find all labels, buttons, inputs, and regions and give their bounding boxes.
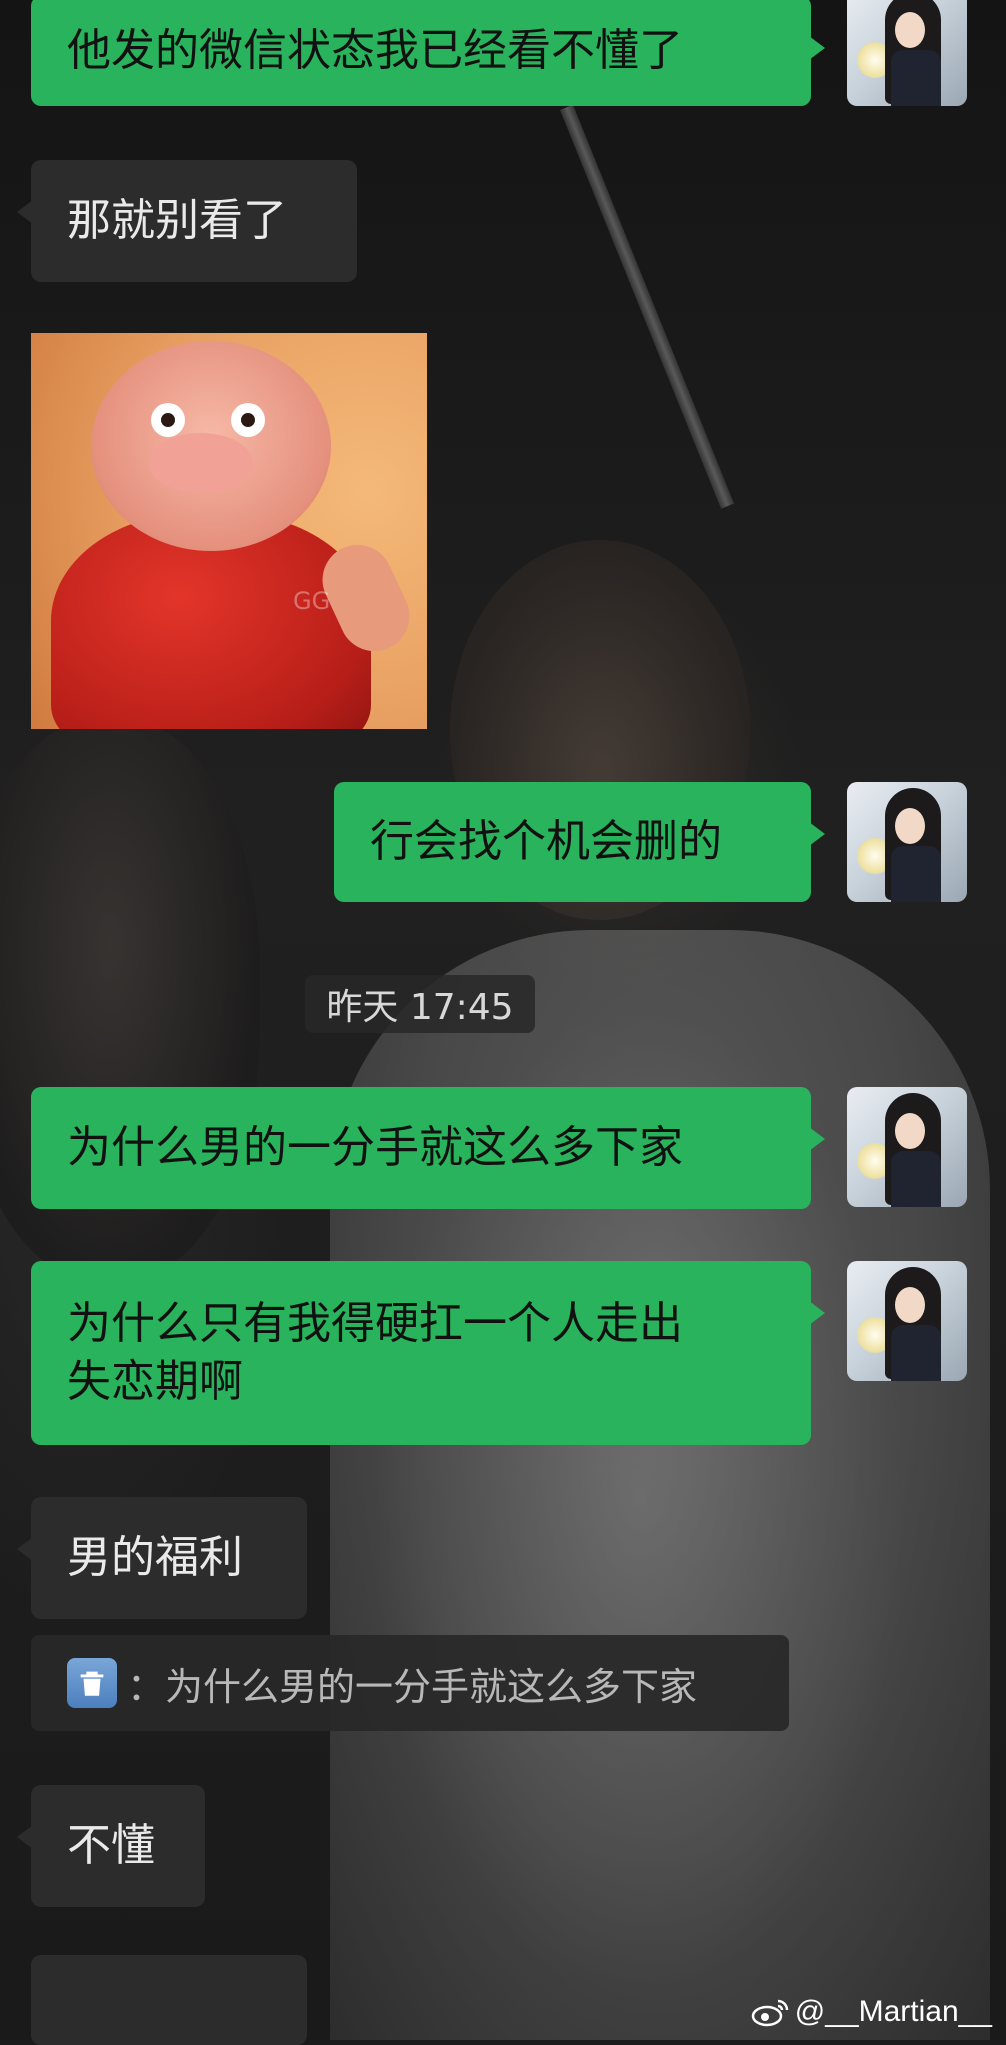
message-bubble-theirs[interactable]: 不懂 (17, 1785, 205, 1907)
message-bubble-mine[interactable]: 他发的微信状态我已经看不懂了 (31, 0, 825, 106)
message-text: 不懂 (67, 1820, 155, 1871)
avatar-mine[interactable] (847, 1261, 967, 1381)
message-bubble-theirs[interactable]: 那就别看了 (17, 160, 357, 282)
quoted-text: ：为什么男的一分手就这么多下家 (127, 1664, 698, 1709)
avatar-mine[interactable] (847, 0, 967, 106)
watermark-text: @__Martian__ (794, 1995, 992, 2028)
avatar-mine[interactable] (847, 1087, 967, 1207)
trash-icon (67, 1658, 117, 1708)
quoted-message[interactable]: ：为什么男的一分手就这么多下家 (31, 1635, 789, 1731)
sticker-image-pig[interactable]: GG (31, 333, 427, 729)
sticker-watermark: GG (293, 587, 331, 615)
message-text-line2: 失恋期啊 (67, 1356, 243, 1407)
message-text: 为什么男的一分手就这么多下家 (67, 1122, 683, 1173)
message-bubble-partial[interactable] (31, 1955, 307, 2045)
weibo-icon (751, 1999, 789, 2027)
message-text: 他发的微信状态我已经看不懂了 (67, 25, 683, 76)
weibo-watermark: @__Martian__ (751, 1990, 992, 2034)
avatar-mine[interactable] (847, 782, 967, 902)
message-bubble-mine[interactable]: 为什么只有我得硬扛一个人走出 失恋期啊 (31, 1261, 825, 1445)
message-bubble-mine[interactable]: 行会找个机会删的 (334, 782, 825, 902)
message-text-line1: 为什么只有我得硬扛一个人走出 (67, 1298, 683, 1349)
chat-area: 他发的微信状态我已经看不懂了 那就别看了 GG 行会找个机会删的 昨天 17:4… (0, 0, 1006, 2045)
message-text: 男的福利 (67, 1532, 243, 1583)
message-text: 行会找个机会删的 (370, 816, 722, 867)
message-bubble-mine[interactable]: 为什么男的一分手就这么多下家 (31, 1087, 825, 1209)
message-text: 那就别看了 (67, 195, 287, 246)
message-bubble-theirs[interactable]: 男的福利 (17, 1497, 307, 1619)
time-divider: 昨天 17:45 (305, 975, 535, 1033)
